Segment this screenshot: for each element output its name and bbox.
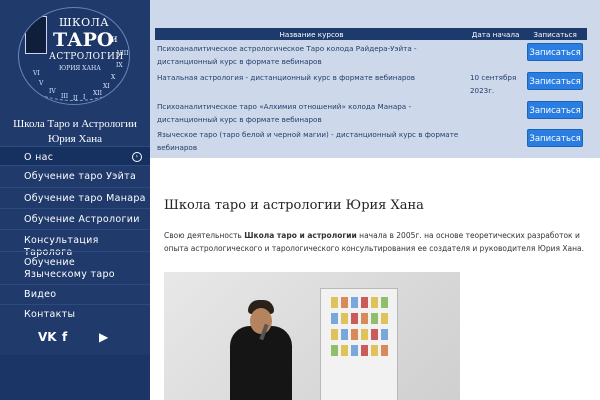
nav-item-label: Обучение Астрологии [24,214,140,225]
tarot-card [381,329,388,340]
tarot-card [351,329,358,340]
nav-item-video[interactable]: Видео [0,284,150,304]
course-name[interactable]: Языческое таро (таро белой и черной маги… [155,126,468,154]
tarot-card [381,313,388,324]
nav-item-manara-tarot[interactable]: Обучение таро Манара [0,187,150,208]
nav-item-label: О нас [24,152,54,163]
tarot-card [371,297,378,308]
nav-item-pagan-tarot[interactable]: Обучение Языческому таро [0,251,150,284]
courses-table: Название курсов Дата начала Записаться П… [155,28,587,154]
tarot-card [381,297,388,308]
nav-item-contacts[interactable]: Контакты [0,304,150,324]
tarot-card-icon [25,16,47,54]
tarot-card [331,329,338,340]
site-name[interactable]: Школа Таро и Астрологии Юрия Хана [0,117,150,147]
tarot-card [371,345,378,356]
table-header-row: Название курсов Дата начала Записаться [155,28,587,40]
sidebar-nav: О нас › Обучение таро Уэйта Обучение тар… [0,146,150,324]
signup-button[interactable]: Записаться [527,101,584,119]
tarot-card [361,297,368,308]
facebook-icon[interactable]: f [62,330,67,344]
table-row: Языческое таро (таро белой и черной маги… [155,126,587,154]
logo-numeral: I [83,94,86,101]
course-date [468,98,523,126]
tarot-card [341,345,348,356]
tarot-card [361,329,368,340]
tarot-card [381,345,388,356]
logo-numeral: V [39,80,44,87]
photo-background [164,272,460,400]
table-row: Психоаналитическое астрологическое Таро … [155,40,587,69]
logo-numeral: III [61,93,69,100]
tarot-card [351,345,358,356]
course-date [468,126,523,154]
logo-line1: ШКОЛА [59,16,110,29]
column-header-course: Название курсов [155,28,468,40]
course-name[interactable]: Психоаналитическое астрологическое Таро … [155,40,468,69]
logo-numeral: II [73,95,78,102]
intro-prefix: Свою деятельность [164,231,245,240]
signup-button[interactable]: Записаться [527,129,584,147]
school-logo[interactable]: ШКОЛА ТАРО и АСТРОЛОГИИ ЮРИЯ ХАНА VI V I… [18,7,130,105]
teacher-photo[interactable] [164,272,460,400]
logo-line2: ТАРО [53,29,114,51]
logo-line2-suffix: и [111,34,118,45]
nav-item-label: Обучение Языческому таро [24,257,115,280]
nav-item-waite-tarot[interactable]: Обучение таро Уэйта [0,165,150,187]
nav-item-label: Видео [24,289,57,300]
site-name-line2: Юрия Хана [47,133,103,145]
course-date [468,40,523,69]
logo-line3: АСТРОЛОГИИ [49,52,124,62]
tarot-card [351,313,358,324]
intro-bold: Школа таро и астрологии [244,231,357,240]
nav-item-label: Обучение таро Уэйта [24,171,137,182]
youtube-icon[interactable]: ▶ [99,330,108,344]
tarot-card [371,329,378,340]
signup-button[interactable]: Записаться [527,72,584,90]
page-title: Школа таро и астрологии Юрия Хана [164,198,424,213]
tarot-card [331,313,338,324]
site-name-line1: Школа Таро и Астрологии [13,118,137,130]
signup-button[interactable]: Записаться [527,43,584,61]
tarot-board [320,288,398,400]
vk-icon[interactable]: VK [38,330,57,344]
social-links: VK f ▶ [0,330,150,352]
tarot-card [351,297,358,308]
logo-numeral: X [111,74,116,81]
nav-item-label: Обучение таро Манара [24,193,146,204]
course-date: 10 сентября 2023г. [469,73,517,95]
tarot-card [341,297,348,308]
nav-item-astrology[interactable]: Обучение Астрологии [0,208,150,229]
logo-numeral: IX [116,62,123,69]
logo-numeral: VIII [117,50,129,57]
column-header-signup: Записаться [523,28,587,40]
main-content: Школа таро и астрологии Юрия Хана Свою д… [150,158,600,400]
logo-numeral: XII [93,90,103,97]
logo-numeral: XI [103,83,110,90]
tarot-card [341,313,348,324]
tarot-card [371,313,378,324]
person-head [250,308,272,334]
chevron-circle-icon[interactable]: › [132,152,142,162]
nav-item-about[interactable]: О нас › [0,146,150,165]
tarot-card [341,329,348,340]
logo-numeral: VI [33,70,40,77]
course-name[interactable]: Натальная астрология - дистанционный кур… [155,69,468,98]
table-row: Натальная астрология - дистанционный кур… [155,69,587,98]
sidebar: ШКОЛА ТАРО и АСТРОЛОГИИ ЮРИЯ ХАНА VI V I… [0,0,150,400]
tarot-card [331,297,338,308]
tarot-card [331,345,338,356]
tarot-card [361,345,368,356]
table-row: Психоаналитическое таро «Алхимия отношен… [155,98,587,126]
nav-item-label: Контакты [24,309,76,320]
column-header-date: Дата начала [467,28,524,40]
logo-numeral: IV [49,88,56,95]
tarot-card [361,313,368,324]
intro-paragraph: Свою деятельность Школа таро и астрологи… [164,229,584,255]
sidebar-footer-area [0,355,150,400]
nav-item-consultation[interactable]: Консультация Таролога [0,229,150,258]
course-name[interactable]: Психоаналитическое таро «Алхимия отношен… [155,98,468,126]
